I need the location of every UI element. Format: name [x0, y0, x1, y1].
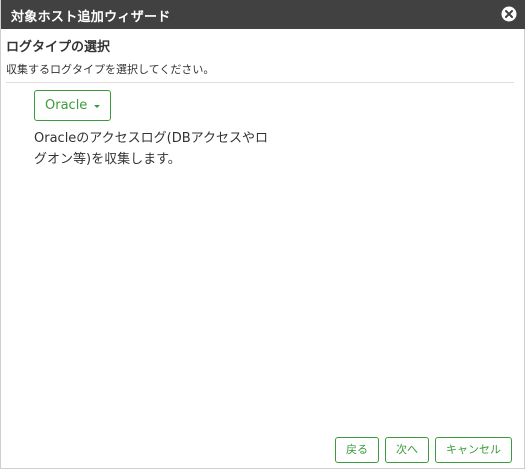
- section-description: 収集するログタイプを選択してください。: [6, 63, 215, 76]
- section-divider: [6, 82, 514, 83]
- back-button[interactable]: 戻る: [335, 437, 379, 463]
- next-button[interactable]: 次へ: [385, 437, 429, 463]
- log-type-description: Oracleのアクセスログ(DBアクセスやログオン等)を収集します。: [34, 131, 269, 167]
- caret-down-icon: [94, 105, 100, 108]
- close-icon[interactable]: [501, 6, 517, 22]
- cancel-button[interactable]: キャンセル: [435, 437, 512, 463]
- log-type-selected: Oracle: [45, 98, 88, 113]
- log-type-dropdown[interactable]: Oracle: [34, 90, 111, 121]
- wizard-dialog: 対象ホスト追加ウィザード ログタイプの選択 収集するログタイプを選択してください…: [0, 0, 525, 469]
- dialog-title: 対象ホスト追加ウィザード: [11, 10, 171, 25]
- dialog-titlebar: 対象ホスト追加ウィザード: [1, 0, 525, 29]
- section-title: ログタイプの選択: [6, 40, 111, 55]
